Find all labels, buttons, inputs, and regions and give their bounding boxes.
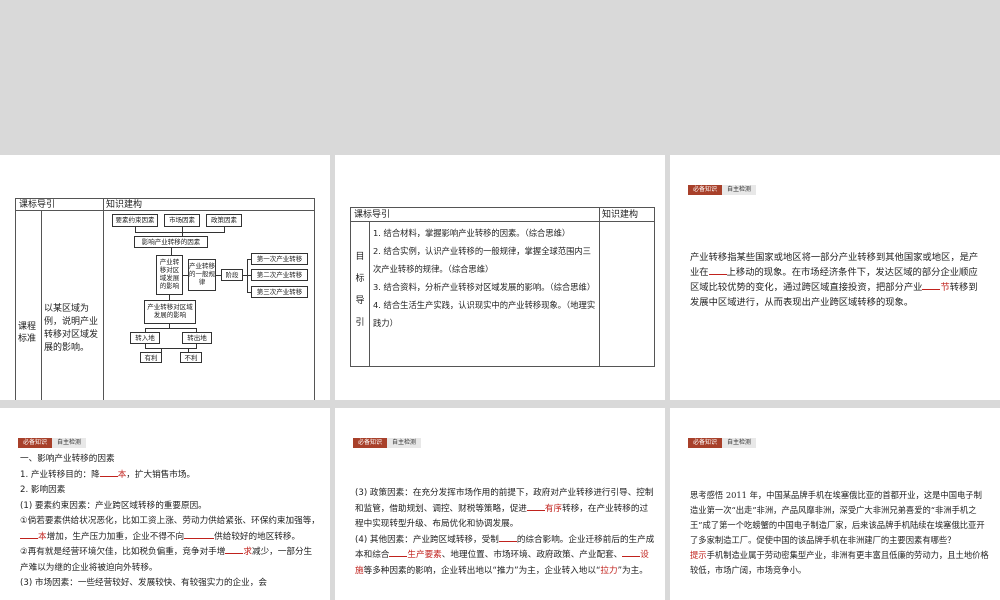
blank [708,266,727,275]
text-line: ②再有就是经营环境欠佳，比如税负偏重，竞争对手增 求减少，一部分生产难以为继的企业… [20,547,313,573]
tab-essential[interactable]: 必备知识 [688,438,723,448]
hint-line: 提示手机制造业属于劳动密集型产业，非洲有更丰富且低廉的劳动力，且土地价格较低，市… [690,550,989,575]
curriculum-table: 课标导引 知识建构 课程标准 以某区域为例，说明产业转移对区域发展的影响。 要素… [15,198,315,400]
slide-1[interactable]: 课标导引 知识建构 课程标准 以某区域为例，说明产业转移对区域发展的影响。 要素… [0,155,330,400]
effect-box: 产业转移对区域发展的影响 [144,300,196,324]
slide-5[interactable]: 必备知识 自主检测 (3) 政策因素：在充分发挥市场作用的前提下，政府对产业转移… [335,408,665,600]
vertical-label: 目 标 导 引 [355,252,365,328]
header-knowledge: 知识建构 [106,200,143,210]
text-line: 1. 产业转移目的：降 本，扩大销售市场。 [20,469,196,480]
text-line: ①倘若要素供给状况恶化，比如工资上涨、劳动力供给紧张、环保约束加强等，本增加，生… [20,516,320,542]
stage-item: 第二次产业转移 [251,269,308,281]
tab-bar: 必备知识 自主检测 [353,438,422,448]
center-box: 产业转移对区域发展的影响 [156,255,183,295]
tab-self-check[interactable]: 自主检测 [722,438,757,448]
law-box: 产业转移的一般规律 [188,259,216,291]
factors-content: (3) 政策因素：在充分发挥市场作用的前提下，政府对产业转移进行引导、控制和监管… [355,486,655,579]
slide-3[interactable]: 必备知识 自主检测 产业转移指某些国家或地区将一部分产业转移到其他国家或地区，是… [670,155,1000,400]
objective-list: 1. 结合材料，掌握影响产业转移的因素。（综合思维） 2. 结合实例，认识产业转… [373,224,597,332]
header-guide: 课标导引 [354,210,391,220]
list-item: 2. 结合实例，认识产业转移的一般规律，掌握全球范围内三次产业转移的规律。（综合… [373,246,591,274]
influence-box: 影响产业转移的因素 [134,236,208,248]
text-line: 2. 影响因素 [20,485,66,495]
tab-self-check[interactable]: 自主检测 [722,185,757,195]
region-out: 转出地 [182,332,212,344]
text-line: (4) 其他因素：产业跨区域转移，受制 的综合影响。企业迁移前后的生产成本和综合生… [355,534,655,576]
row-label: 课程标准 [18,322,37,344]
stage-item: 第一次产业转移 [251,253,308,265]
hint-label: 提示 [690,550,707,560]
objectives-table: 课标导引 知识建构 目 标 导 引 1. 结合材料，掌握影响产业转移的因素。（综… [350,207,655,367]
slide-4[interactable]: 必备知识 自主检测 一、影响产业转移的因素 1. 产业转移目的：降 本，扩大销售市… [0,408,330,600]
outcome-good: 有利 [140,352,162,363]
list-item: 1. 结合材料，掌握影响产业转移的因素。（综合思维） [373,228,571,238]
stage-item: 第三次产业转移 [251,286,308,298]
tab-bar: 必备知识 自主检测 [688,185,757,195]
table-header: 课标导引 知识建构 [16,199,314,211]
text-line: (1) 要素约束因素：产业跨区域转移的重要原因。 [20,500,207,511]
blank [922,281,941,290]
reflection-question: 思考感悟 2011 年，中国某品牌手机在埃塞俄比亚的首都开业，这是中国电子制造业… [690,490,985,545]
tab-essential[interactable]: 必备知识 [353,438,388,448]
tab-self-check[interactable]: 自主检测 [52,438,87,448]
tab-essential[interactable]: 必备知识 [688,185,723,195]
text-line: (3) 市场因素：一些经营较好、发展较快、有较强实力的企业，会 [20,578,267,588]
factor-box: 政策因素 [206,214,242,227]
definition-paragraph: 产业转移指某些国家或地区将一部分产业转移到其他国家或地区，是产业在 上移动的现象。… [690,252,979,308]
tab-essential[interactable]: 必备知识 [18,438,53,448]
slide-6[interactable]: 必备知识 自主检测 思考感悟 2011 年，中国某品牌手机在埃塞俄比亚的首都开业… [670,408,1000,600]
slide-2[interactable]: 课标导引 知识建构 目 标 导 引 1. 结合材料，掌握影响产业转移的因素。（综… [335,155,665,400]
header-guide: 课标导引 [19,200,56,210]
tab-bar: 必备知识 自主检测 [18,438,87,448]
list-item: 3. 结合资料，分析产业转移对区域发展的影响。（综合思维） [373,282,596,292]
tab-self-check[interactable]: 自主检测 [387,438,422,448]
outcome-bad: 不利 [180,352,202,363]
table-header: 课标导引 知识建构 [351,208,654,222]
tab-bar: 必备知识 自主检测 [688,438,757,448]
stage-box: 阶段 [221,269,243,281]
region-in: 转入地 [130,332,160,344]
section-heading: 一、影响产业转移的因素 [20,454,115,464]
factor-box: 要素约束因素 [112,214,158,227]
factor-box: 市场因素 [164,214,200,227]
factors-content: 一、影响产业转移的因素 1. 产业转移目的：降 本，扩大销售市场。 2. 影响因素… [20,452,320,592]
list-item: 4. 结合生活生产实践，认识现实中的产业转移现象。（地理实践力） [373,300,596,328]
reflection-content: 思考感悟 2011 年，中国某品牌手机在埃塞俄比亚的首都开业，这是中国电子制造业… [690,488,990,578]
row-text: 以某区域为例，说明产业转移对区域发展的影响。 [44,304,99,353]
text-line: (3) 政策因素：在充分发挥市场作用的前提下，政府对产业转移进行引导、控制和监管… [355,488,654,529]
header-knowledge: 知识建构 [602,210,639,220]
